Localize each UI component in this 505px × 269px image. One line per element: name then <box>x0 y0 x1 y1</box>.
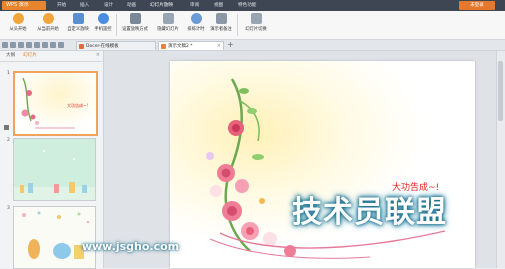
slide-thumb-3-art <box>14 207 95 268</box>
save-icon[interactable] <box>2 42 8 48</box>
login-button[interactable]: 未登录 <box>459 1 495 10</box>
play-from-current-button[interactable]: 从当前开始 <box>33 12 63 38</box>
tab-presentation[interactable]: 演示文稿2 * × <box>158 41 224 50</box>
wps-app-button[interactable]: WPS 演示 <box>2 1 46 10</box>
timer-icon <box>190 13 202 24</box>
tab-slides[interactable]: 幻灯片 <box>23 52 37 60</box>
thumb-number: 1 <box>7 71 10 76</box>
menu-bar: WPS 演示 开始 插入 设计 动画 幻灯片放映 审阅 视图 特色功能 未登录 <box>0 0 505 11</box>
speaker-icon <box>4 125 9 130</box>
format-painter-icon[interactable] <box>34 42 40 48</box>
slide-thumb-3[interactable] <box>13 206 96 269</box>
close-panel-icon[interactable]: × <box>96 52 100 58</box>
watermark: 技术员联盟 <box>272 195 467 237</box>
slide-thumbnail-panel: 大纲 幻灯片 × 1 大功告成~! 2 3 <box>0 51 104 269</box>
play-from-start-button[interactable]: 从头开始 <box>3 12 33 38</box>
ribbon-separator <box>116 14 117 36</box>
menu-insert[interactable]: 插入 <box>80 0 89 11</box>
phone-remote-button[interactable]: 手机遥控 <box>88 12 118 38</box>
thumb-number: 3 <box>7 206 10 211</box>
thumb-number: 2 <box>7 138 10 143</box>
ribbon-toolbar: 从头开始 从当前开始 自定义放映 手机遥控 设置放映方式 隐藏幻灯片 排练计时 … <box>0 11 505 40</box>
menu-features[interactable]: 特色功能 <box>238 0 256 11</box>
watermark-url: www.jsgho.com <box>81 240 180 253</box>
docer-icon <box>79 44 84 49</box>
new-tab-button[interactable]: + <box>227 40 234 50</box>
hide-slide-icon <box>162 13 174 24</box>
close-icon[interactable]: × <box>217 42 221 51</box>
menu-start[interactable]: 开始 <box>57 0 66 11</box>
watermark-logo-text: 技术员联盟 <box>292 195 447 230</box>
custom-show-icon <box>72 13 84 24</box>
menu-design[interactable]: 设计 <box>104 0 113 11</box>
menu-animation[interactable]: 动画 <box>127 0 136 11</box>
preview-icon[interactable] <box>26 42 32 48</box>
quick-access-dropdown-icon[interactable] <box>58 42 64 48</box>
menu-slideshow[interactable]: 幻灯片放映 <box>150 0 173 11</box>
play-icon <box>12 13 24 24</box>
setup-show-button[interactable]: 设置放映方式 <box>120 12 150 38</box>
presentation-icon <box>161 44 166 49</box>
settings-icon <box>129 13 141 24</box>
scroll-thumb[interactable] <box>498 61 503 121</box>
notes-icon <box>215 13 227 24</box>
document-tab-bar: Docer-在线模板 演示文稿2 * × <box>0 40 505 51</box>
tab-outline[interactable]: 大纲 <box>6 52 15 60</box>
play-current-icon <box>42 13 54 24</box>
slide-title-text[interactable]: 大功告成~! <box>392 180 439 193</box>
undo-icon[interactable] <box>42 42 48 48</box>
menu-review[interactable]: 审阅 <box>190 0 199 11</box>
presenter-notes-button[interactable]: 演示者备注 <box>206 12 236 38</box>
svg-text:大功告成~!: 大功告成~! <box>67 102 88 108</box>
panel-tabs: 大纲 幻灯片 × <box>0 51 103 62</box>
hide-slide-button[interactable]: 隐藏幻灯片 <box>153 12 183 38</box>
slide-thumb-1-art: 大功告成~! <box>15 73 96 134</box>
menu-view[interactable]: 视图 <box>214 0 223 11</box>
phone-remote-icon <box>97 13 109 24</box>
print-icon[interactable] <box>18 42 24 48</box>
ribbon-separator <box>237 14 238 36</box>
redo-icon[interactable] <box>50 42 56 48</box>
transition-icon <box>250 13 262 24</box>
vertical-scrollbar[interactable] <box>496 51 505 268</box>
slide-thumb-2[interactable] <box>13 138 96 201</box>
tab-docer-templates[interactable]: Docer-在线模板 <box>76 41 156 50</box>
slide-thumb-1[interactable]: 大功告成~! <box>13 71 98 136</box>
open-icon[interactable] <box>10 42 16 48</box>
slide-thumb-2-art <box>14 139 95 200</box>
slide-transition-button[interactable]: 幻灯片切换 <box>241 12 271 38</box>
